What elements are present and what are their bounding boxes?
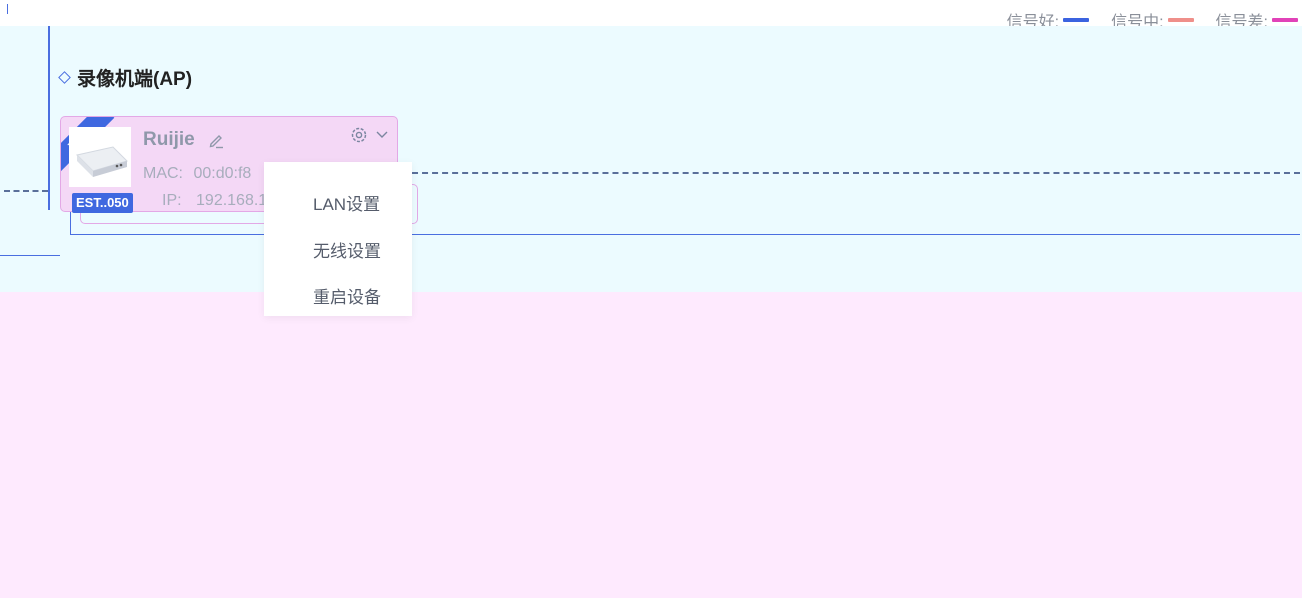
menu-item-wireless-settings[interactable]: 无线设置 xyxy=(313,237,381,262)
diamond-icon xyxy=(58,71,71,84)
device-settings-toggle[interactable] xyxy=(349,125,389,145)
gear-icon[interactable] xyxy=(349,125,369,145)
top-divider xyxy=(7,4,8,14)
connector-horizontal xyxy=(70,234,1300,235)
edit-icon[interactable] xyxy=(207,131,225,149)
device-name: Ruijie xyxy=(143,129,195,150)
legend-swatch-medium xyxy=(1167,18,1194,22)
link-dash-right xyxy=(402,172,1300,174)
model-badge: EST..050 xyxy=(72,193,133,213)
legend-swatch-poor xyxy=(1272,18,1298,22)
legend-swatch-good xyxy=(1063,18,1090,22)
menu-item-restart-device[interactable]: 重启设备 xyxy=(313,283,381,308)
lower-panel xyxy=(0,292,1302,598)
device-mac: MAC: 00:d0:f8 xyxy=(143,165,251,183)
menu-item-lan-settings[interactable]: LAN设置 xyxy=(313,190,380,215)
ip-label: IP: xyxy=(162,192,182,209)
router-device-icon xyxy=(69,127,131,187)
device-ip: IP: 192.168.11 xyxy=(162,192,275,210)
device-name-row: Ruijie xyxy=(143,129,225,151)
mac-value: 00:d0:f8 xyxy=(193,165,252,182)
connector-vertical xyxy=(70,210,71,235)
topology-vertical-line xyxy=(48,26,50,210)
section-title-text: 录像机端(AP) xyxy=(77,69,193,90)
chevron-down-icon[interactable] xyxy=(375,130,389,140)
section-title: 录像机端(AP) xyxy=(58,64,193,91)
settings-dropdown-menu: LAN设置 无线设置 重启设备 xyxy=(264,162,412,316)
mac-label: MAC: xyxy=(143,165,183,182)
link-dash-left xyxy=(4,190,48,192)
link-line-left xyxy=(0,255,60,256)
